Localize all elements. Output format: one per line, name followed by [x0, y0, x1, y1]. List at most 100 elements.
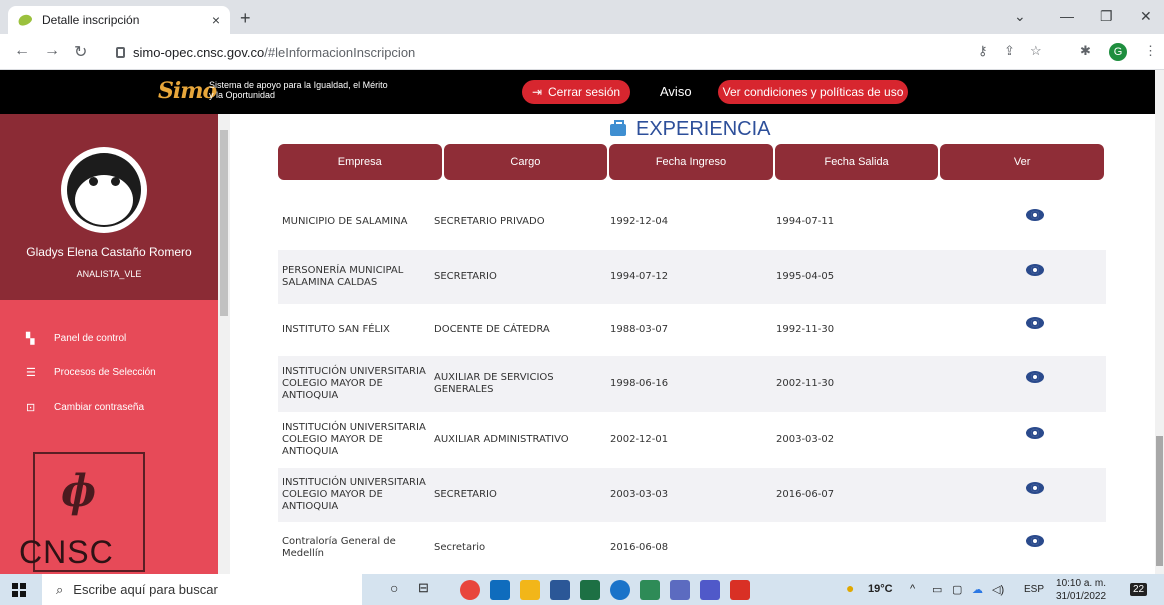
main-content: EXPERIENCIA Empresa Cargo Fecha Ingreso …	[230, 114, 1155, 574]
excel-icon[interactable]	[580, 580, 600, 600]
cell-empresa: INSTITUTO SAN FÉLIX	[282, 324, 390, 335]
minimize-icon[interactable]: —	[1060, 8, 1074, 24]
view-eye-icon[interactable]	[1026, 482, 1044, 494]
cell-fecha-ingreso: 2016-06-08	[610, 542, 669, 553]
section-title-text: EXPERIENCIA	[636, 118, 771, 140]
cell-fecha-ingreso: 2002-12-01	[610, 434, 669, 445]
clock[interactable]: 10:10 a. m. 31/01/2022	[1056, 577, 1106, 603]
restore-icon[interactable]: ❐	[1100, 8, 1113, 25]
key-icon[interactable]: ⚷	[978, 43, 988, 59]
tab-title: Detalle inscripción	[42, 13, 140, 27]
user-role: ANALISTA_VLE	[76, 269, 142, 279]
cell-fecha-ingreso: 1998-06-16	[610, 378, 669, 389]
view-eye-icon[interactable]	[1026, 264, 1044, 276]
cnsc-emblem-icon: ɸ	[61, 466, 97, 517]
cell-empresa: MUNICIPIO DE SALAMINA	[282, 216, 408, 227]
task-view-icon[interactable]: ⊟	[418, 580, 429, 596]
url-path: /#leInformacionInscripcion	[264, 44, 416, 60]
edge-icon[interactable]	[610, 580, 630, 600]
logout-label: Cerrar sesión	[548, 85, 621, 99]
cell-empresa: Contraloría General de Medellín	[282, 536, 396, 559]
extensions-icon[interactable]: ✱	[1080, 43, 1091, 59]
onedrive-icon[interactable]: ☁	[972, 583, 983, 596]
display-icon[interactable]: ▢	[952, 583, 962, 596]
view-eye-icon[interactable]	[1026, 209, 1044, 221]
view-eye-icon[interactable]	[1026, 427, 1044, 439]
terms-button[interactable]: Ver condiciones y políticas de uso	[718, 80, 908, 104]
sidebar: Gladys Elena Castaño Romero ANALISTA_VLE…	[0, 114, 218, 574]
reload-icon[interactable]: ↻	[74, 42, 87, 62]
cell-fecha-salida: 2016-06-07	[776, 489, 835, 500]
column-header-fecha-ingreso: Fecha Ingreso	[609, 144, 773, 180]
taskbar: ⌕ Escribe aquí para buscar ○ ⊟ ● 19°C ^ …	[0, 574, 1164, 605]
url-host: simo-opec.cnsc.gov.co	[133, 44, 265, 60]
new-tab-button[interactable]: +	[240, 8, 251, 29]
language-indicator[interactable]: ESP	[1024, 584, 1044, 595]
cell-cargo: DOCENTE DE CÁTEDRA	[434, 324, 550, 335]
close-tab-icon[interactable]: ×	[212, 12, 220, 28]
page-scrollbar[interactable]	[1155, 70, 1164, 574]
cell-empresa: PERSONERÍA MUNICIPAL SALAMINA CALDAS	[282, 265, 404, 288]
terms-label: Ver condiciones y políticas de uso	[722, 85, 904, 99]
lock-icon[interactable]	[116, 46, 125, 58]
close-window-icon[interactable]: ✕	[1140, 8, 1152, 25]
column-header-empresa: Empresa	[278, 144, 442, 180]
url-field[interactable]: simo-opec.cnsc.gov.co /#leInformacionIns…	[106, 39, 966, 65]
weather-temp[interactable]: 19°C	[868, 583, 893, 595]
search-icon: ⌕	[56, 581, 64, 597]
network-icon[interactable]: ▭	[932, 583, 942, 596]
browser-tab[interactable]: Detalle inscripción ×	[8, 6, 230, 34]
logout-button[interactable]: ⇥ Cerrar sesión	[522, 80, 630, 104]
volume-icon[interactable]: ◁)	[992, 583, 1004, 596]
sidebar-scrollbar[interactable]	[218, 114, 230, 574]
table-row: INSTITUCIÓN UNIVERSITARIA COLEGIO MAYOR …	[278, 412, 1106, 468]
table-row: Contraloría General de Medellín Secretar…	[278, 522, 1106, 574]
bookmark-star-icon[interactable]: ☆	[1030, 43, 1042, 59]
chrome-icon[interactable]	[460, 580, 480, 600]
weather-icon[interactable]: ●	[846, 580, 854, 596]
tab-search-icon[interactable]: ⌄	[1014, 8, 1026, 25]
outlook-icon[interactable]	[490, 580, 510, 600]
view-eye-icon[interactable]	[1026, 317, 1044, 329]
profile-avatar[interactable]: G	[1109, 43, 1127, 61]
cell-cargo: AUXILIAR ADMINISTRATIVO	[434, 434, 569, 445]
sidebar-item-label: Panel de control	[54, 333, 127, 344]
back-icon[interactable]: ←	[14, 42, 30, 60]
list-icon: ☰	[26, 367, 36, 379]
acrobat-icon[interactable]	[730, 580, 750, 600]
file-explorer-icon[interactable]	[520, 580, 540, 600]
app-icon[interactable]	[670, 580, 690, 600]
share-icon[interactable]: ⇪	[1004, 43, 1015, 59]
sidebar-item-procesos[interactable]: ☰ Procesos de Selección	[26, 366, 156, 379]
menu-kebab-icon[interactable]: ⋮	[1144, 43, 1157, 59]
notifications-badge[interactable]: 22	[1130, 583, 1148, 596]
sidebar-item-panel-control[interactable]: ▚ Panel de control	[26, 332, 126, 345]
section-title: EXPERIENCIA	[610, 118, 770, 141]
logout-icon: ⇥	[531, 85, 543, 99]
lock-icon: ⊡	[26, 402, 36, 414]
briefcase-icon	[610, 119, 626, 136]
sidebar-item-cambiar-contrasena[interactable]: ⊡ Cambiar contraseña	[26, 401, 144, 414]
calculator-icon[interactable]	[640, 580, 660, 600]
column-header-fecha-salida: Fecha Salida	[774, 144, 939, 180]
table-row: INSTITUTO SAN FÉLIX DOCENTE DE CÁTEDRA 1…	[278, 304, 1106, 356]
table-row: INSTITUCIÓN UNIVERSITARIA COLEGIO MAYOR …	[278, 468, 1106, 522]
sidebar-item-label: Cambiar contraseña	[54, 402, 145, 413]
windows-start-icon[interactable]	[12, 583, 26, 597]
cell-fecha-ingreso: 1994-07-12	[610, 271, 669, 282]
teams-icon[interactable]	[700, 580, 720, 600]
table-row: INSTITUCIÓN UNIVERSITARIA COLEGIO MAYOR …	[278, 356, 1106, 412]
tray-chevron-icon[interactable]: ^	[910, 583, 915, 595]
cortana-icon[interactable]: ○	[390, 580, 398, 596]
word-icon[interactable]	[550, 580, 570, 600]
view-eye-icon[interactable]	[1026, 535, 1044, 547]
cell-cargo: Secretario	[434, 542, 486, 553]
avatar	[61, 147, 147, 233]
taskbar-search-input[interactable]: ⌕ Escribe aquí para buscar	[42, 574, 362, 605]
view-eye-icon[interactable]	[1026, 371, 1044, 383]
browser-tab-bar: Detalle inscripción × + ⌄ — ❐ ✕	[0, 0, 1164, 34]
notice-link[interactable]: Aviso	[660, 84, 692, 99]
cell-cargo: AUXILIAR DE SERVICIOS GENERALES	[434, 372, 554, 395]
simo-logo[interactable]: Simo	[158, 78, 217, 104]
forward-icon[interactable]: →	[44, 42, 60, 60]
